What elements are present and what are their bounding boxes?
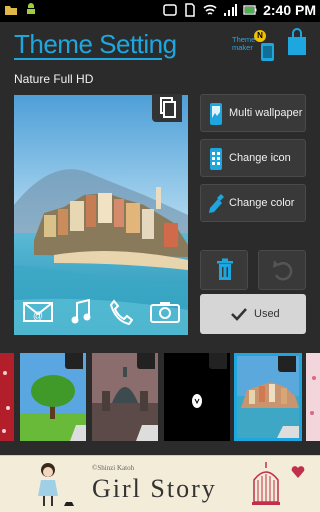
red-pattern-image	[2, 371, 10, 433]
birdcage-illustration	[252, 462, 280, 505]
multi-wallpaper-button[interactable]: Multi wallpaper	[200, 94, 306, 132]
music-icon	[71, 299, 90, 324]
thumbnail-green-tree[interactable]	[20, 353, 86, 441]
thumbnail-copy-icon	[137, 353, 155, 369]
undo-icon	[273, 260, 293, 281]
sd-card-icon	[185, 3, 195, 17]
thumbnail-copy-icon	[278, 356, 296, 372]
delete-button[interactable]	[200, 250, 248, 290]
undo-button[interactable]	[258, 250, 306, 290]
ad-copyright: ©Shinzi Katoh	[92, 464, 135, 472]
theme-name: Nature Full HD	[14, 72, 94, 86]
multi-wallpaper-label: Multi wallpaper	[229, 107, 303, 119]
change-icon-label: Change icon	[229, 152, 291, 164]
wifi-icon	[203, 4, 217, 15]
used-button[interactable]: Used	[200, 294, 306, 334]
page-title: Theme Setting	[14, 29, 177, 59]
change-color-label: Change color	[229, 197, 295, 209]
folder-icon	[5, 6, 17, 15]
ad-banner[interactable]: ©Shinzi Katoh Girl Story	[0, 455, 320, 512]
theme-thumbnail-strip	[0, 353, 320, 441]
copy-icon	[160, 97, 176, 118]
theme-maker-button[interactable]: Theme maker N	[232, 30, 278, 62]
thumbnail-copy-icon	[209, 353, 227, 369]
screen: 2:40 PM Theme Setting Theme maker N Natu…	[0, 0, 320, 512]
girl-illustration	[38, 463, 74, 506]
trash-icon	[217, 258, 233, 280]
header: Theme Setting Theme maker N	[0, 22, 320, 64]
mail-icon: @	[22, 302, 53, 322]
phone-brush-icon	[261, 43, 274, 61]
svg-text:@: @	[32, 311, 42, 322]
media-icon	[163, 4, 177, 16]
phone-icon	[109, 299, 133, 325]
thumbnail-black-egg[interactable]	[164, 353, 230, 441]
thumbnail-copy-icon	[65, 353, 83, 369]
battery-icon	[243, 5, 257, 15]
icon-grid-icon	[210, 148, 222, 170]
ad-title: Girl Story	[92, 474, 217, 503]
thumbnail-pink-pattern[interactable]	[306, 353, 320, 441]
change-color-button[interactable]: Change color	[200, 184, 306, 222]
thumbnail-red-pattern[interactable]	[0, 353, 14, 441]
shopping-bag-icon[interactable]	[286, 28, 308, 56]
used-label: Used	[254, 308, 280, 320]
camera-icon	[149, 302, 180, 323]
thumbnail-coastal-town-selected[interactable]	[234, 353, 302, 441]
preview-dock: @	[14, 296, 188, 328]
signal-icon	[224, 4, 238, 16]
checkmark-icon	[231, 308, 247, 321]
wallpaper-icon	[210, 103, 222, 125]
title-underline	[14, 58, 162, 60]
thumbnail-cathedral[interactable]	[92, 353, 158, 441]
change-icon-button[interactable]: Change icon	[200, 139, 306, 177]
preview-copy-button[interactable]	[152, 94, 182, 122]
eyedropper-icon	[209, 194, 224, 213]
status-bar: 2:40 PM	[0, 0, 320, 22]
android-icon	[27, 3, 35, 14]
pink-pattern-image	[310, 376, 316, 415]
heart-icon	[291, 466, 305, 478]
clock: 2:40 PM	[263, 2, 316, 18]
